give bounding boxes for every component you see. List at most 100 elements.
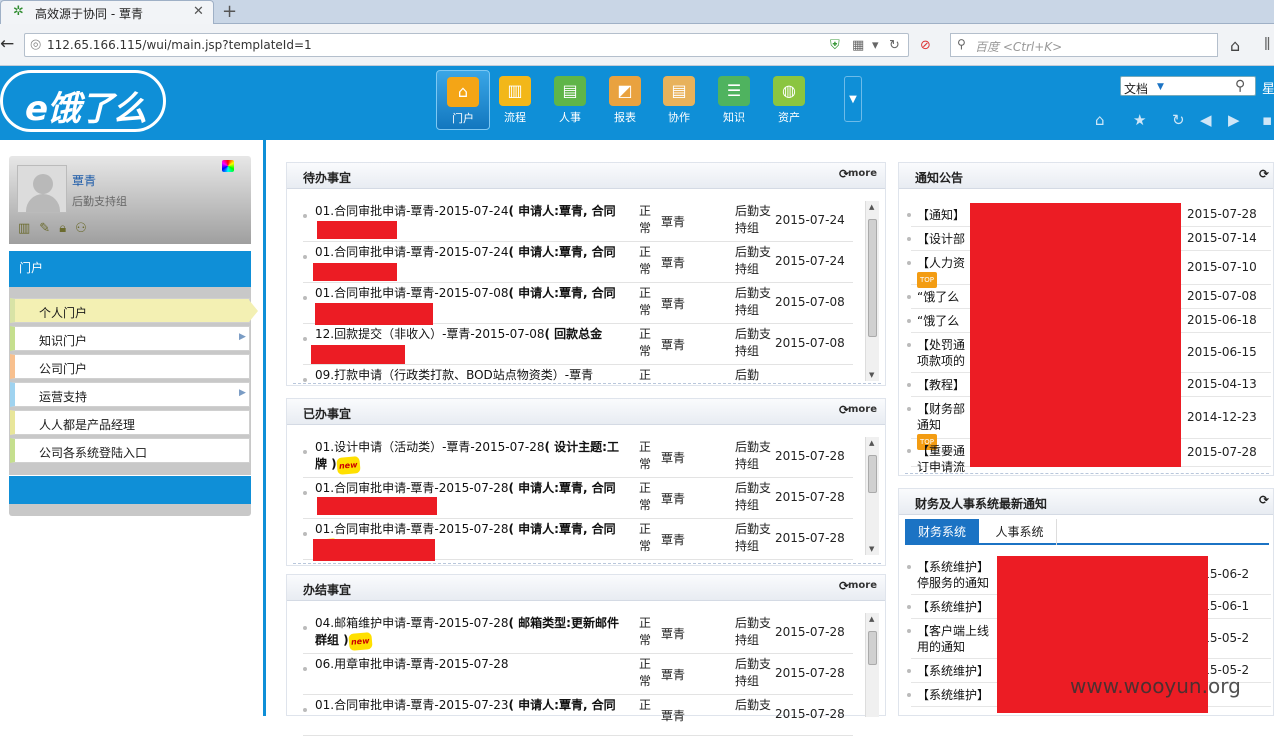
nav-report[interactable]: ◩ 报表 xyxy=(598,70,652,130)
item-title[interactable]: “饿了么 xyxy=(917,313,959,329)
user-name[interactable]: 覃青 xyxy=(72,172,96,189)
item-title[interactable]: “饿了么 xyxy=(917,289,959,305)
row-person: 覃青 xyxy=(661,215,686,229)
avatar[interactable] xyxy=(17,165,67,213)
home-icon[interactable]: ⌂ xyxy=(1230,36,1240,55)
item-title[interactable]: 【教程】 xyxy=(917,377,965,393)
search-icon[interactable]: ⚲ xyxy=(1235,78,1245,94)
arrow-left-icon[interactable]: ◀ xyxy=(1200,111,1212,129)
back-icon[interactable]: ← xyxy=(0,34,22,56)
finance-title: 财务及人事系统最新通知 xyxy=(915,497,1048,511)
url-bar[interactable]: ◎ 112.65.166.115/wui/main.jsp?templateId… xyxy=(24,33,909,57)
item-title-text: 【客户端上线 xyxy=(917,624,990,638)
org-icon[interactable]: ⚇ xyxy=(75,221,96,236)
item-title[interactable]: 【通知】 xyxy=(917,207,965,223)
menu-item-pm[interactable]: 人人都是产品经理 xyxy=(10,410,250,435)
item-title-line2: 通知 xyxy=(917,418,942,432)
knowledge-icon: ☰ xyxy=(718,76,750,106)
notice-title: 通知公告 xyxy=(915,171,964,185)
item-date: 2015-07-14 xyxy=(1187,231,1257,245)
refresh-icon[interactable]: ⟳ xyxy=(1259,493,1269,507)
row-title-text: 12.回款提交（非收入）-覃青-2015-07-08 xyxy=(315,327,545,341)
bullet-icon xyxy=(907,693,911,697)
row-title[interactable]: 06.用章审批申请-覃青-2015-07-28 xyxy=(315,656,625,692)
nav-knowledge[interactable]: ☰ 知识 xyxy=(707,70,761,130)
new-badge-icon: new xyxy=(347,632,372,651)
item-title-text: 【系统维护】 xyxy=(917,560,990,574)
more-icon[interactable]: ǁ xyxy=(1264,36,1270,51)
row-date: 2015-07-28 xyxy=(775,490,845,504)
done-more-link[interactable]: more xyxy=(848,404,877,415)
nav-expand-button[interactable]: ▼ xyxy=(844,76,862,122)
item-title[interactable]: 【人力资 TOP xyxy=(917,255,965,288)
tab-finance[interactable]: 财务系统 xyxy=(905,519,979,545)
row-title-text: 01.合同审批申请-覃青-2015-07-24 xyxy=(315,245,509,259)
todo-more-link[interactable]: more xyxy=(848,168,877,179)
browser-tab[interactable]: ✲ 高效源于协同 - 覃青 ✕ xyxy=(0,0,214,24)
nav-asset[interactable]: ◍ 资产 xyxy=(762,70,816,130)
todo-panel: 待办事宜 ⟳ more 01.合同审批申请-覃青-2015-07-24( 申请人… xyxy=(286,162,886,406)
lock-icon[interactable]: 🔒︎ xyxy=(59,221,75,236)
edit-icon[interactable]: ✎ xyxy=(39,221,59,236)
item-title[interactable]: 【系统维护】 xyxy=(917,599,989,615)
refresh-icon[interactable]: ↻ xyxy=(1172,111,1185,129)
row-status: 正常 xyxy=(639,616,652,647)
todo-scrollbar[interactable]: ▲ ▼ xyxy=(865,201,879,381)
star-label[interactable]: 星 xyxy=(1262,78,1274,97)
tab-hr[interactable]: 人事系统 xyxy=(983,519,1057,545)
row-status: 正常 xyxy=(639,286,652,317)
table-row[interactable]: 04.邮箱维护申请-覃青-2015-07-28( 邮箱类型:更新邮件群组 ) ne… xyxy=(303,613,853,654)
row-title[interactable]: 04.邮箱维护申请-覃青-2015-07-28( 邮箱类型:更新邮件群组 ) ne… xyxy=(315,615,625,651)
search-input[interactable]: ⚲ 百度 <Ctrl+K> xyxy=(950,33,1218,57)
refresh-icon[interactable]: ⟳ xyxy=(1259,167,1269,181)
item-title[interactable]: 【系统维护】 停服务的通知 xyxy=(917,559,989,591)
item-title-text: 【财务部 xyxy=(917,402,966,416)
item-title-text: 【系统维护】 xyxy=(917,664,990,678)
finished-more-link[interactable]: more xyxy=(848,580,877,591)
arrow-right-icon[interactable]: ▶ xyxy=(1228,111,1240,129)
home-icon[interactable]: ⌂ xyxy=(1095,111,1105,129)
item-title-line2: 项款项的 xyxy=(917,354,966,368)
nav-portal[interactable]: ⌂ 门户 xyxy=(436,70,490,130)
nav-hr[interactable]: ▤ 人事 xyxy=(543,70,597,130)
dropdown-icon[interactable]: ▾ xyxy=(872,38,879,53)
menu-item-company-portal[interactable]: 公司门户 xyxy=(10,354,250,379)
new-tab-icon[interactable]: + xyxy=(222,1,237,22)
menu-label: 公司各系统登陆入口 xyxy=(39,446,148,460)
menu-item-system-login[interactable]: 公司各系统登陆入口 xyxy=(10,438,250,463)
close-tab-icon[interactable]: ✕ xyxy=(193,4,204,19)
qr-icon[interactable]: ▦ xyxy=(852,38,864,53)
menu-item-personal-portal[interactable]: 个人门户 xyxy=(10,298,250,323)
item-title[interactable]: 【处罚通 项款项的 xyxy=(917,337,965,369)
nav-workflow[interactable]: ▥ 流程 xyxy=(488,70,542,130)
row-title-detail: ( 申请人:覃青, 合同 xyxy=(508,204,616,218)
row-title[interactable]: 01.设计申请（活动类）-覃青-2015-07-28( 设计主题:工牌 ) new xyxy=(315,439,625,475)
item-title[interactable]: 【客户端上线 用的通知 xyxy=(917,623,989,655)
row-title-detail: ( 申请人:覃青, 合同 xyxy=(508,698,616,712)
menu-item-operations[interactable]: 运营支持 ▶ xyxy=(10,382,250,407)
item-title[interactable]: 【系统维护】 xyxy=(917,687,989,703)
nav-collab[interactable]: ▤ 协作 xyxy=(652,70,706,130)
done-scrollbar[interactable]: ▲ ▼ xyxy=(865,437,879,555)
finished-scrollbar[interactable]: ▲ xyxy=(865,613,879,717)
item-title[interactable]: 【系统维护】 xyxy=(917,663,989,679)
table-row[interactable]: 06.用章审批申请-覃青-2015-07-28 正常 覃青 后勤支持组 2015-07-… xyxy=(303,654,853,695)
item-title[interactable]: 【设计部 xyxy=(917,231,965,247)
favorite-icon[interactable]: ★ xyxy=(1133,111,1146,129)
table-row[interactable]: 01.设计申请（活动类）-覃青-2015-07-28( 设计主题:工牌 ) new… xyxy=(303,437,853,478)
bullet-icon xyxy=(303,491,307,495)
item-title[interactable]: 【重要通 订申请流 xyxy=(917,443,965,475)
menu-item-knowledge-portal[interactable]: 知识门户 ▶ xyxy=(10,326,250,351)
row-title[interactable]: 01.合同审批申请-覃青-2015-07-23( 申请人:覃青, 合同 xyxy=(315,697,625,733)
row-title-text: 09.打款申请（行政类打款、BOD站点物资类）-覃青 xyxy=(315,368,594,382)
portal-title: 门户 xyxy=(19,261,44,275)
reload-icon[interactable]: ↻ xyxy=(889,38,900,53)
settings-icon[interactable]: ▪ xyxy=(1262,111,1272,129)
book-icon[interactable]: ▥ xyxy=(18,221,39,236)
doc-type-select[interactable]: 文档 ▼ ⚲ xyxy=(1120,76,1256,96)
block-icon[interactable]: ⊘ xyxy=(920,38,931,53)
shield-icon[interactable]: ⛨ xyxy=(830,38,840,53)
bullet-icon xyxy=(907,449,911,453)
theme-color-icon[interactable] xyxy=(222,160,234,172)
finished-panel-header: 办结事宜 ⟳ more xyxy=(287,575,885,601)
